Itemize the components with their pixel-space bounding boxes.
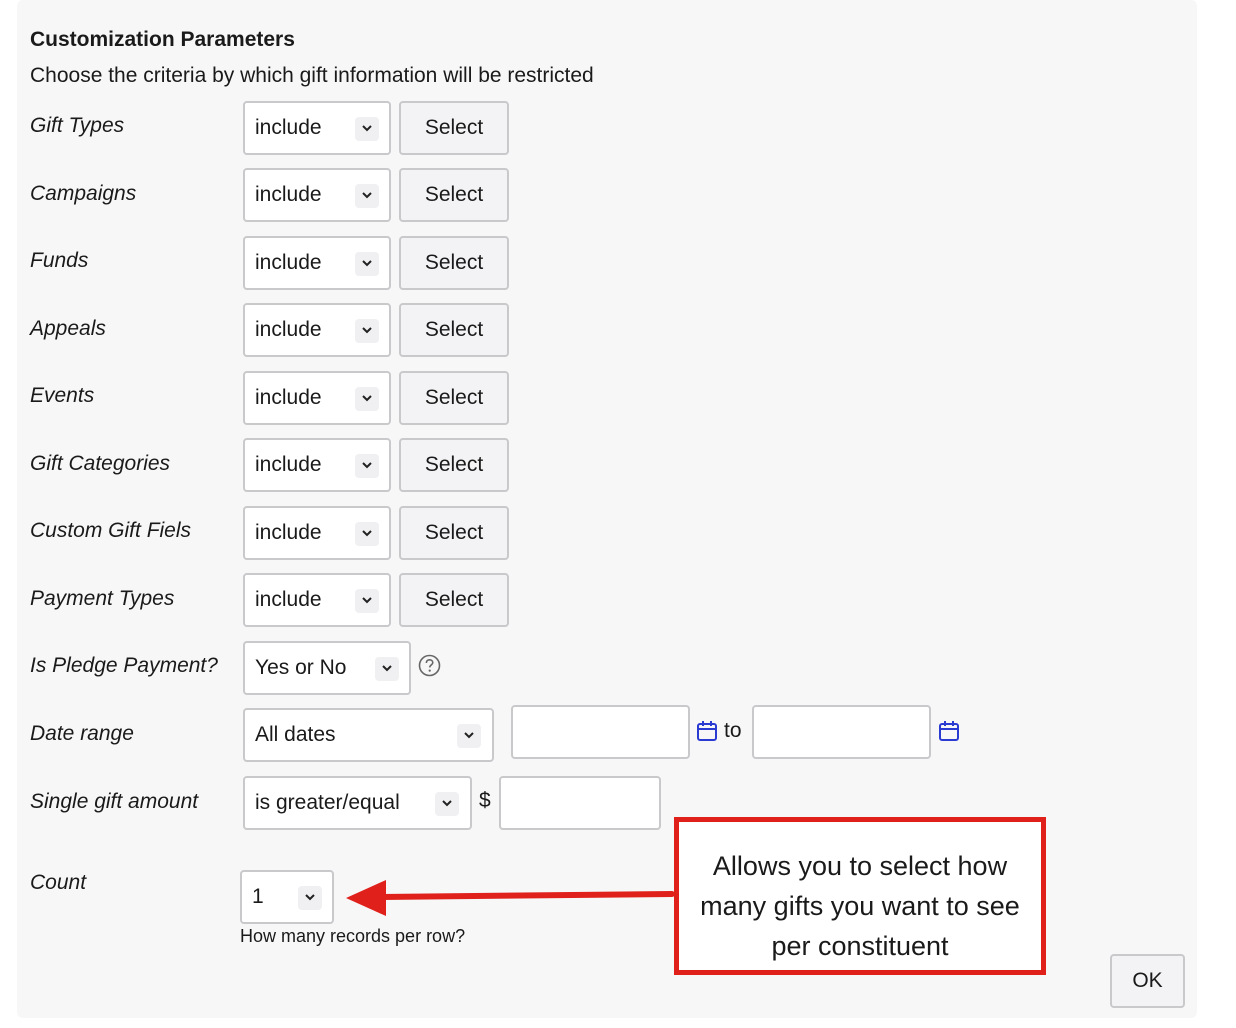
campaigns-select-button[interactable]: Select — [399, 168, 509, 222]
ok-button[interactable]: OK — [1110, 954, 1185, 1008]
start-date-input[interactable] — [511, 705, 690, 759]
events-select-button[interactable]: Select — [399, 371, 509, 425]
campaigns-label: Campaigns — [30, 182, 137, 205]
section-subtitle: Choose the criteria by which gift inform… — [30, 64, 594, 87]
pledge-value: Yes or No — [255, 656, 347, 679]
campaigns-mode-value: include — [255, 183, 322, 206]
appeals-mode-select[interactable]: include — [243, 303, 391, 357]
funds-select-button[interactable]: Select — [399, 236, 509, 290]
annotation-callout: Allows you to select how many gifts you … — [674, 817, 1046, 975]
chevron-down-icon — [375, 657, 399, 681]
annotation-line-2: many gifts you want to see — [700, 891, 1020, 921]
single-gift-amount-label: Single gift amount — [30, 790, 199, 813]
date-range-select[interactable]: All dates — [243, 708, 494, 762]
appeals-mode-value: include — [255, 318, 322, 341]
gift-categories-label: Gift Categories — [30, 452, 171, 475]
to-label: to — [724, 719, 742, 742]
count-select[interactable]: 1 — [240, 870, 334, 924]
date-range-value: All dates — [255, 723, 336, 746]
calendar-icon[interactable] — [696, 720, 718, 747]
gift-types-mode-select[interactable]: include — [243, 101, 391, 155]
calendar-icon[interactable] — [938, 720, 960, 747]
payment-types-mode-value: include — [255, 588, 322, 611]
chevron-down-icon — [298, 886, 322, 910]
count-hint: How many records per row? — [240, 926, 466, 946]
appeals-label: Appeals — [30, 317, 106, 340]
appeals-select-button[interactable]: Select — [399, 303, 509, 357]
question-circle-icon[interactable] — [418, 654, 441, 682]
chevron-down-icon — [355, 319, 379, 343]
amount-input[interactable] — [499, 776, 661, 830]
gift-types-label: Gift Types — [30, 114, 125, 137]
chevron-down-icon — [457, 724, 481, 748]
chevron-down-icon — [435, 792, 459, 816]
custom-gift-fields-mode-select[interactable]: include — [243, 506, 391, 560]
end-date-input[interactable] — [752, 705, 931, 759]
annotation-line-1: Allows you to select how — [712, 851, 1008, 881]
payment-types-label: Payment Types — [30, 587, 175, 610]
chevron-down-icon — [355, 454, 379, 478]
pledge-label: Is Pledge Payment? — [30, 654, 218, 677]
events-label: Events — [30, 384, 95, 407]
count-value: 1 — [252, 885, 264, 908]
chevron-down-icon — [355, 589, 379, 613]
count-label: Count — [30, 871, 87, 894]
chevron-down-icon — [355, 387, 379, 411]
gift-categories-mode-value: include — [255, 453, 322, 476]
funds-mode-select[interactable]: include — [243, 236, 391, 290]
amount-comparator-value: is greater/equal — [255, 791, 400, 814]
chevron-down-icon — [355, 252, 379, 276]
gift-categories-mode-select[interactable]: include — [243, 438, 391, 492]
campaigns-mode-select[interactable]: include — [243, 168, 391, 222]
annotation-arrow — [346, 880, 675, 916]
pledge-select[interactable]: Yes or No — [243, 641, 411, 695]
funds-label: Funds — [30, 249, 89, 272]
events-mode-value: include — [255, 386, 322, 409]
chevron-down-icon — [355, 117, 379, 141]
amount-comparator-select[interactable]: is greater/equal — [243, 776, 472, 830]
gift-types-mode-value: include — [255, 116, 322, 139]
payment-types-mode-select[interactable]: include — [243, 573, 391, 627]
payment-types-select-button[interactable]: Select — [399, 573, 509, 627]
custom-gift-fields-label: Custom Gift Fiels — [30, 519, 192, 542]
annotation-line-3: per constituent — [771, 931, 949, 961]
gift-types-select-button[interactable]: Select — [399, 101, 509, 155]
section-title: Customization Parameters — [30, 28, 295, 51]
chevron-down-icon — [355, 184, 379, 208]
events-mode-select[interactable]: include — [243, 371, 391, 425]
funds-mode-value: include — [255, 251, 322, 274]
custom-gift-fields-select-button[interactable]: Select — [399, 506, 509, 560]
date-range-label: Date range — [30, 722, 134, 745]
chevron-down-icon — [355, 522, 379, 546]
custom-gift-fields-mode-value: include — [255, 521, 322, 544]
gift-categories-select-button[interactable]: Select — [399, 438, 509, 492]
currency-symbol: $ — [479, 789, 491, 812]
